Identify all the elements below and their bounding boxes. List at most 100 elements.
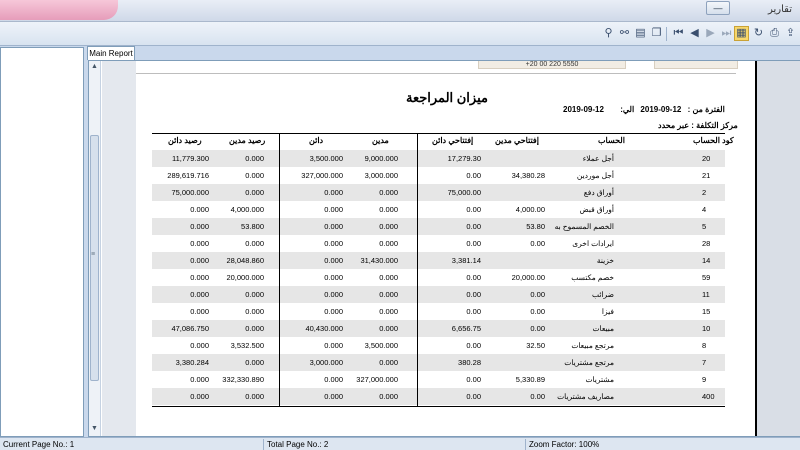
cell-open-credit: 0.00 xyxy=(466,222,481,231)
first-page-icon[interactable]: ⏮ xyxy=(672,27,685,40)
window-title: تقارير xyxy=(767,4,792,15)
scroll-down-icon[interactable]: ▼ xyxy=(91,425,98,432)
cell-debit: 31,430.000 xyxy=(360,256,398,265)
cell-bal-debit: 0.000 xyxy=(245,171,264,180)
find-next-icon[interactable]: ⚯ xyxy=(618,27,631,40)
cell-bal-debit: 28,048.860 xyxy=(226,256,264,265)
cell-debit: 0.000 xyxy=(379,205,398,214)
cell-credit: 0.000 xyxy=(324,375,343,384)
prev-page-icon[interactable]: ◀ xyxy=(688,27,701,40)
cell-account: فيزا xyxy=(601,307,614,316)
table-row: 59 خصم مكتسب 20,000.00 0.00 0.000 0.000 20,000… xyxy=(152,269,725,286)
binoculars-icon[interactable]: ⚲ xyxy=(602,27,615,40)
cell-credit: 0.000 xyxy=(324,307,343,316)
cell-debit: 0.000 xyxy=(379,290,398,299)
cell-bal-debit: 0.000 xyxy=(245,239,264,248)
cell-code: 11 xyxy=(702,290,710,299)
column-header-account: الحساب xyxy=(598,136,625,145)
cell-code: 9 xyxy=(702,375,707,384)
column-divider xyxy=(417,133,418,407)
page-setup-icon[interactable]: ▤ xyxy=(634,27,647,40)
cell-bal-debit: 0.000 xyxy=(245,392,264,401)
refresh-icon[interactable]: ↻ xyxy=(752,27,765,40)
table-row: 2 أوراق دفع 75,000.00 0.000 0.000 0.000 75,000… xyxy=(152,184,725,201)
cell-credit: 0.000 xyxy=(324,188,343,197)
cell-account: مبيعات xyxy=(592,324,614,333)
cell-open-debit: 0.00 xyxy=(530,290,545,299)
cell-bal-debit: 20,000.000 xyxy=(226,273,264,282)
cell-open-credit: 0.00 xyxy=(466,375,481,384)
cell-bal-credit: 75,000.000 xyxy=(171,188,209,197)
cell-open-credit: 0.00 xyxy=(466,171,481,180)
column-header-open-credit: إفتتاحي دائن xyxy=(432,136,474,145)
cell-open-credit: 380.28 xyxy=(458,358,481,367)
cell-bal-debit: 3,532.500 xyxy=(230,341,264,350)
toolbar-separator xyxy=(666,27,667,41)
cell-open-debit: 34,380.28 xyxy=(511,171,545,180)
cell-open-debit: 0.00 xyxy=(530,392,545,401)
cell-bal-credit: 0.000 xyxy=(190,222,209,231)
last-page-icon[interactable]: ⏭ xyxy=(720,27,733,40)
cell-bal-credit: 0.000 xyxy=(190,273,209,282)
table-row: 11 ضرائب 0.00 0.00 0.000 0.000 0.000 0.000 xyxy=(152,286,725,303)
cell-code: 7 xyxy=(702,358,707,367)
cell-account: مشتريات xyxy=(585,375,614,384)
cell-bal-debit: 0.000 xyxy=(245,324,264,333)
cell-open-credit: 0.00 xyxy=(466,341,481,350)
report-tab-bar: Main Report xyxy=(84,46,800,60)
copy-icon[interactable]: ❐ xyxy=(650,27,663,40)
cell-debit: 0.000 xyxy=(379,392,398,401)
period-to-label: الي: xyxy=(620,105,635,114)
next-page-icon[interactable]: ▶ xyxy=(704,27,717,40)
cell-debit: 0.000 xyxy=(379,273,398,282)
cell-bal-credit: 47,086.750 xyxy=(171,324,209,333)
report-viewer: ▲ ≡ ▼ +20 00 220 5550 ميزان المراجعة الف… xyxy=(88,60,800,437)
cell-account: أوراق دفع xyxy=(583,188,614,197)
table-row: 4 أوراق قبض 4,000.00 0.00 0.000 0.000 4,000.00… xyxy=(152,201,725,218)
title-bar: تقارير — xyxy=(0,0,800,22)
cell-credit: 0.000 xyxy=(324,341,343,350)
cell-credit: 0.000 xyxy=(324,239,343,248)
app-menu-tab[interactable] xyxy=(0,0,118,20)
table-row: 28 ايرادات اخرى 0.00 0.00 0.000 0.000 0.000 0.0… xyxy=(152,235,725,252)
cell-open-debit: 0.00 xyxy=(530,324,545,333)
column-header-balance-credit: رصيد دائن xyxy=(168,136,202,145)
table-header: كود الحساب الحساب إفتتاحي مدين إفتتاحي د… xyxy=(152,133,734,150)
period-to-value: 12-09-2019 xyxy=(563,105,604,114)
export-icon[interactable]: ⇪ xyxy=(784,27,797,40)
cell-credit: 0.000 xyxy=(324,290,343,299)
minimize-icon[interactable]: — xyxy=(706,1,730,15)
scroll-thumb[interactable] xyxy=(90,135,99,381)
cell-code: 20 xyxy=(702,154,711,163)
cell-account: مصاريف مشتريات xyxy=(557,392,614,401)
total-pages-status: Total Page No.: 2 xyxy=(264,439,526,450)
cell-account: مرتجع مبيعات xyxy=(571,341,614,350)
cell-bal-credit: 0.000 xyxy=(190,375,209,384)
cell-account: أجل عملاء xyxy=(582,154,614,163)
print-icon[interactable]: ⎙ xyxy=(768,27,781,40)
table-row: 20 أجل عملاء 17,279.30 9,000.000 3,500.000 0.… xyxy=(152,150,725,167)
vertical-scrollbar[interactable]: ▲ ≡ ▼ xyxy=(89,61,101,436)
report-title: ميزان المراجعة xyxy=(406,90,488,105)
cell-open-credit: 0.00 xyxy=(466,307,481,316)
tree-toggle-icon[interactable]: ▦ xyxy=(734,26,749,41)
cell-open-debit: 0.00 xyxy=(530,239,545,248)
cell-open-debit: 5,330.89 xyxy=(515,375,545,384)
table-row: 10 مبيعات 0.00 6,656.75 0.000 40,430.000 0.000… xyxy=(152,320,725,337)
scroll-up-icon[interactable]: ▲ xyxy=(91,63,98,70)
cell-bal-credit: 0.000 xyxy=(190,307,209,316)
cell-bal-credit: 289,619.716 xyxy=(167,171,209,180)
cell-code: 10 xyxy=(702,324,711,333)
page-margin-left xyxy=(102,61,136,436)
cell-bal-debit: 0.000 xyxy=(245,290,264,299)
cell-code: 400 xyxy=(702,392,715,401)
cell-bal-debit: 0.000 xyxy=(245,358,264,367)
cell-open-credit: 0.00 xyxy=(466,205,481,214)
header-logo-strip xyxy=(654,61,738,69)
table-row: 9 مشتريات 5,330.89 0.00 327,000.000 0.000 332,… xyxy=(152,371,725,388)
column-header-debit: مدين xyxy=(372,136,389,145)
group-tree-panel[interactable] xyxy=(0,47,84,437)
cell-open-credit: 0.00 xyxy=(466,239,481,248)
tab-main-report[interactable]: Main Report xyxy=(87,46,135,60)
column-header-code: كود الحساب xyxy=(693,136,734,145)
